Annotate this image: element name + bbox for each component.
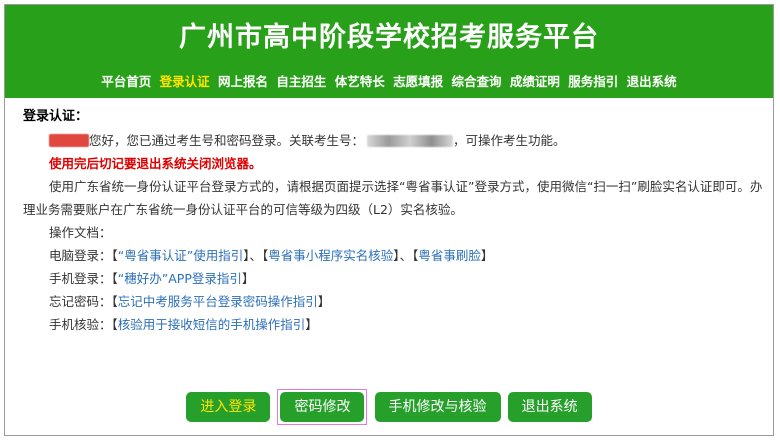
auth-instructions: 使用广东省统一身份认证平台登录方式的，请根据页面提示选择“粤省事认证”登录方式，… [23,179,763,217]
doc-row-label: 忘记密码： [49,294,112,309]
site-header: 广州市高中阶段学校招考服务平台 平台首页 登录认证 网上报名 自主招生 体艺特长… [5,5,773,98]
nav-item-arts-sports[interactable]: 体艺特长 [335,74,385,89]
doc-link-forgot-password-guide[interactable]: 忘记中考服务平台登录密码操作指引 [118,294,318,309]
greeting-tail: ，可操作考生功能。 [453,133,566,148]
nav-item-general-query[interactable]: 综合查询 [452,74,502,89]
logout-button[interactable]: 退出系统 [507,392,592,422]
nav-item-login-auth[interactable]: 登录认证 [160,74,210,89]
nav-item-preference-filling[interactable]: 志愿填报 [393,74,443,89]
nav-item-score-certificate[interactable]: 成绩证明 [510,74,560,89]
doc-row-label: 手机核验： [49,317,112,332]
nav-item-independent-enrollment[interactable]: 自主招生 [276,74,326,89]
doc-row-pc-login: 电脑登录：【“粤省事认证”使用指引】、【粤省事小程序实名核验】、【粤省事刷脸】 [49,248,494,263]
doc-row-phone-verify: 手机核验：【核验用于接收短信的手机操作指引】 [49,317,318,332]
nav-item-home[interactable]: 平台首页 [101,74,151,89]
greeting-row: 您好，您已通过考生号和密码登录。关联考生号： ，可操作考生功能。 [23,129,763,152]
doc-row-label: 手机登录： [49,271,112,286]
redacted-exam-number [367,135,454,147]
site-title: 广州市高中阶段学校招考服务平台 [179,22,599,53]
section-title: 登录认证： [23,109,89,124]
doc-link-suihaoban-app-guide[interactable]: “穗好办”APP登录指引 [118,271,242,286]
doc-row-label: 电脑登录： [49,248,112,263]
nav-item-online-registration[interactable]: 网上报名 [218,74,268,89]
login-button[interactable]: 进入登录 [186,392,271,422]
page-frame: 广州市高中阶段学校招考服务平台 平台首页 登录认证 网上报名 自主招生 体艺特长… [4,4,774,436]
docs-label: 操作文档： [49,225,112,240]
doc-row-forgot-password: 忘记密码：【忘记中考服务平台登录密码操作指引】 [49,294,331,309]
nav-item-service-guide[interactable]: 服务指引 [568,74,618,89]
change-password-button[interactable]: 密码修改 [280,392,365,422]
highlight-box: 密码修改 [277,389,368,425]
logout-warning: 使用完后切记要退出系统关闭浏览器。 [49,156,262,171]
doc-row-mobile-login: 手机登录：【“穗好办”APP登录指引】 [49,271,255,286]
greeting-text: 您好，您已通过考生号和密码登录。关联考生号： [89,133,365,148]
doc-link-phone-verify-guide[interactable]: 核验用于接收短信的手机操作指引 [118,317,306,332]
doc-link-yss-miniprogram-verify[interactable]: 粤省事小程序实名核验 [268,248,393,263]
doc-link-yss-face-scan[interactable]: 粤省事刷脸 [418,248,481,263]
nav-item-logout[interactable]: 退出系统 [627,74,677,89]
action-button-bar: 进入登录 密码修改 手机修改与核验 退出系统 [5,389,773,425]
main-nav: 平台首页 登录认证 网上报名 自主招生 体艺特长 志愿填报 综合查询 成绩证明 … [5,71,773,90]
redacted-name [49,134,89,147]
login-auth-content: 登录认证： 您好，您已通过考生号和密码登录。关联考生号： ，可操作考生功能。 使用… [23,105,763,336]
change-phone-button[interactable]: 手机修改与核验 [374,392,501,422]
doc-link-yss-auth-guide[interactable]: “粤省事认证”使用指引 [118,248,243,263]
